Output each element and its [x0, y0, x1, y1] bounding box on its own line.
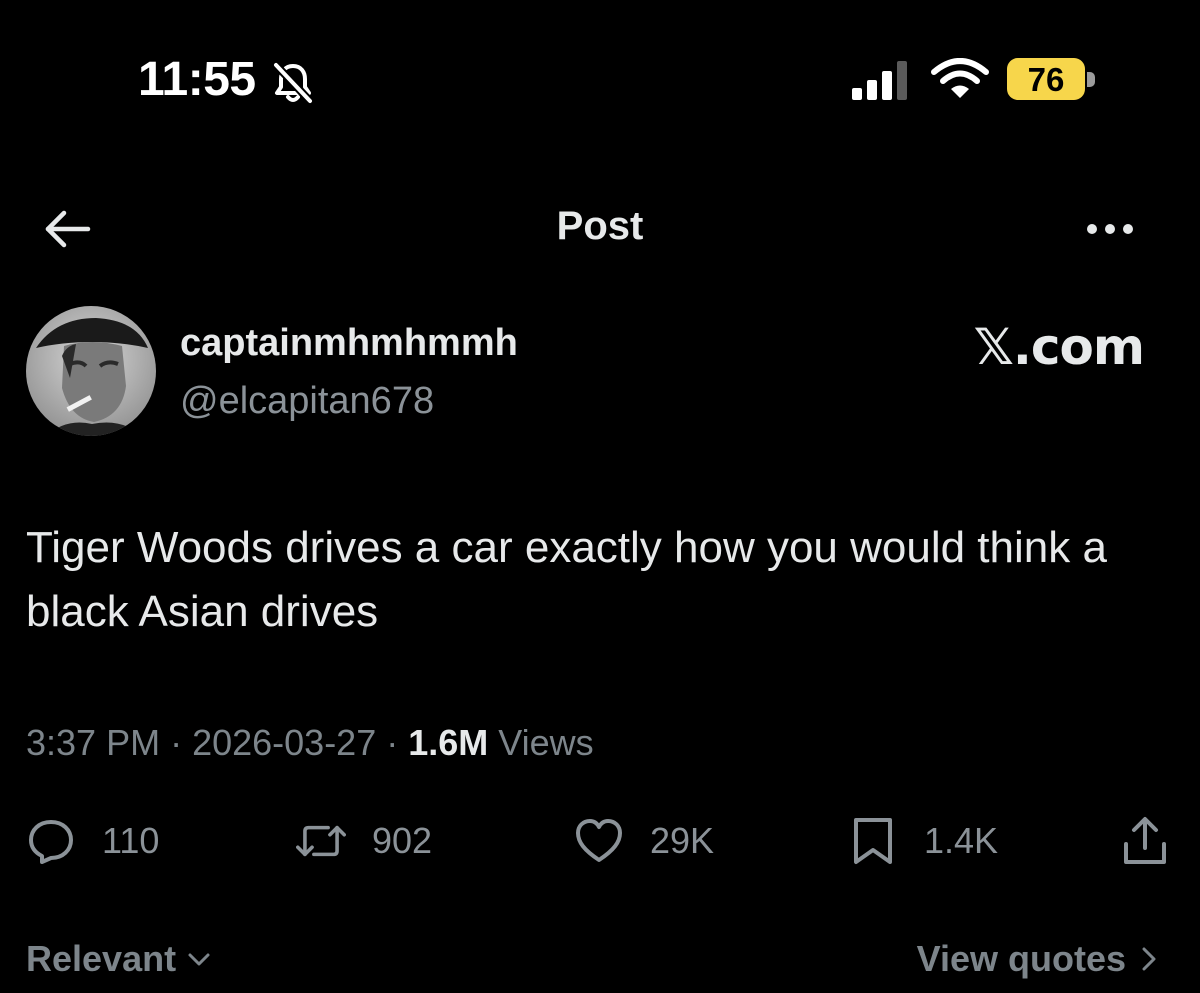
like-button[interactable]: 29K — [574, 816, 714, 866]
sort-label: Relevant — [26, 938, 177, 979]
action-bar: 110 902 29K 1.4K — [0, 800, 1200, 880]
share-icon[interactable] — [1118, 814, 1172, 868]
repost-icon — [296, 825, 346, 857]
view-quotes-link[interactable]: View quotes — [917, 938, 1164, 980]
footer-bar: Relevant View quotes — [0, 930, 1200, 990]
user-handle[interactable]: @elcapitan678 — [180, 380, 434, 423]
wifi-icon — [931, 58, 989, 98]
bell-slash-icon — [273, 62, 313, 104]
battery-percent: 76 — [1027, 61, 1065, 98]
bookmark-count: 1.4K — [924, 820, 999, 861]
nav-bar: Post — [0, 190, 1200, 270]
reply-icon — [29, 820, 73, 864]
signal-icon — [852, 61, 907, 100]
bookmark-icon — [854, 818, 892, 864]
status-time: 11:55 — [138, 53, 256, 106]
like-count: 29K — [650, 820, 715, 861]
chevron-right-icon — [1142, 947, 1156, 971]
view-quotes-label: View quotes — [916, 938, 1126, 979]
sort-dropdown[interactable]: Relevant — [26, 938, 214, 980]
repost-button[interactable]: 902 — [296, 816, 432, 866]
post-date: 2026-03-27 — [192, 722, 377, 763]
battery-tip — [1087, 72, 1095, 87]
source-label: 𝕏.com — [973, 318, 1145, 376]
reply-button[interactable]: 110 — [26, 816, 159, 866]
reply-count: 110 — [102, 820, 160, 861]
views-count[interactable]: 1.6M — [408, 722, 488, 763]
like-icon — [576, 819, 622, 862]
status-bar: 11:55 76 — [0, 0, 1200, 160]
more-icon[interactable] — [1080, 204, 1140, 254]
chevron-down-icon — [188, 953, 210, 966]
meta-separator: · — [160, 722, 193, 763]
repost-count: 902 — [372, 820, 433, 861]
display-name[interactable]: captainmhmhmmh — [180, 322, 518, 365]
battery-icon: 76 — [1007, 58, 1099, 102]
post-meta: 3:37 PM · 2026-03-27 · 1.6M Views — [26, 722, 594, 764]
post-time: 3:37 PM — [26, 722, 161, 763]
views-label: Views — [498, 722, 594, 763]
meta-separator: · — [376, 722, 409, 763]
bookmark-button[interactable]: 1.4K — [848, 816, 998, 866]
page-title: Post — [556, 204, 644, 248]
avatar[interactable] — [26, 306, 156, 436]
post-text: Tiger Woods drives a car exactly how you… — [26, 523, 1107, 636]
